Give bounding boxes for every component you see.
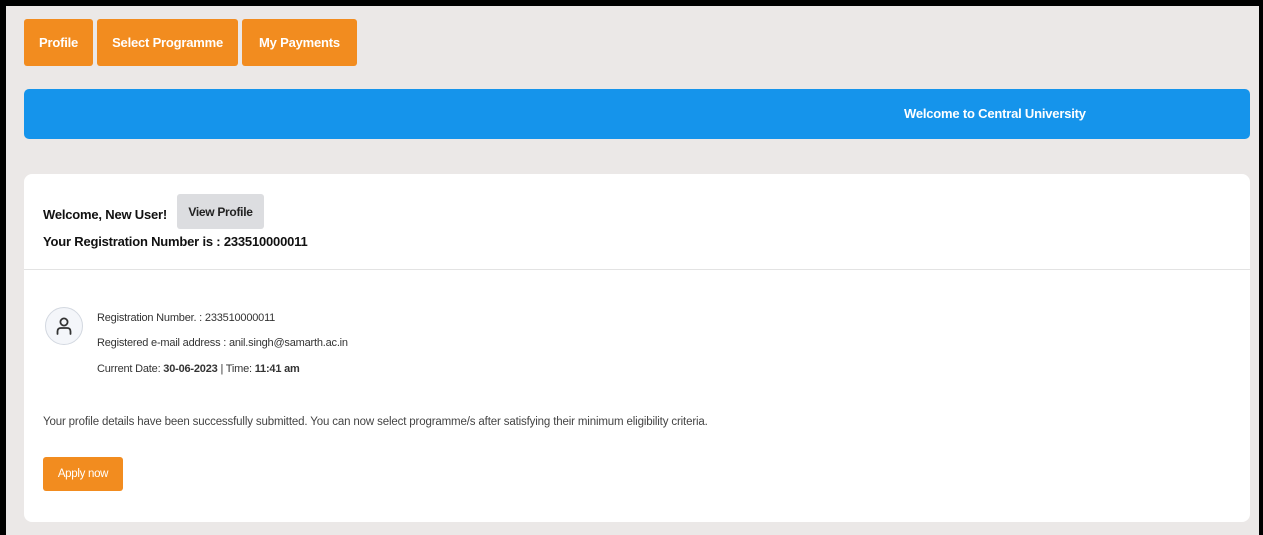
profile-button[interactable]: Profile bbox=[24, 19, 94, 66]
date-value: 30-06-2023 bbox=[163, 363, 218, 375]
registration-number-label: Registration Number. : bbox=[97, 312, 203, 324]
apply-now-button[interactable]: Apply now bbox=[43, 457, 123, 491]
top-nav: Profile Select Programme My Payments bbox=[24, 19, 357, 66]
time-value: 11:41 am bbox=[254, 363, 300, 375]
date-time-info: Current Date: 30-06-2023 | Time: 11:41 a… bbox=[97, 363, 300, 375]
welcome-text: Welcome, New User! bbox=[43, 207, 168, 222]
separator: | bbox=[220, 363, 224, 375]
status-message: Your profile details have been successfu… bbox=[43, 416, 708, 428]
date-label: Current Date: bbox=[97, 363, 161, 375]
select-programme-button[interactable]: Select Programme bbox=[97, 19, 239, 66]
registration-number-line: Your Registration Number is : 2335100000… bbox=[43, 234, 308, 249]
registration-number-value: 233510000011 bbox=[204, 312, 276, 324]
welcome-banner: Welcome to Central University bbox=[24, 89, 1250, 139]
card-header: Welcome, New User! View Profile Your Reg… bbox=[24, 174, 1250, 270]
email-label: Registered e-mail address : bbox=[97, 337, 227, 349]
email-info: Registered e-mail address : anil.singh@s… bbox=[97, 337, 348, 349]
page-frame: Profile Select Programme My Payments Wel… bbox=[6, 6, 1259, 535]
email-value: anil.singh@samarth.ac.in bbox=[228, 337, 348, 349]
time-label: Time: bbox=[225, 363, 252, 375]
view-profile-button[interactable]: View Profile bbox=[177, 194, 264, 229]
registration-number-info: Registration Number. : 233510000011 bbox=[97, 312, 275, 324]
my-payments-button[interactable]: My Payments bbox=[242, 19, 357, 66]
user-icon bbox=[45, 307, 83, 345]
profile-card: Welcome, New User! View Profile Your Reg… bbox=[24, 174, 1250, 522]
banner-text: Welcome to Central University bbox=[904, 106, 1086, 121]
